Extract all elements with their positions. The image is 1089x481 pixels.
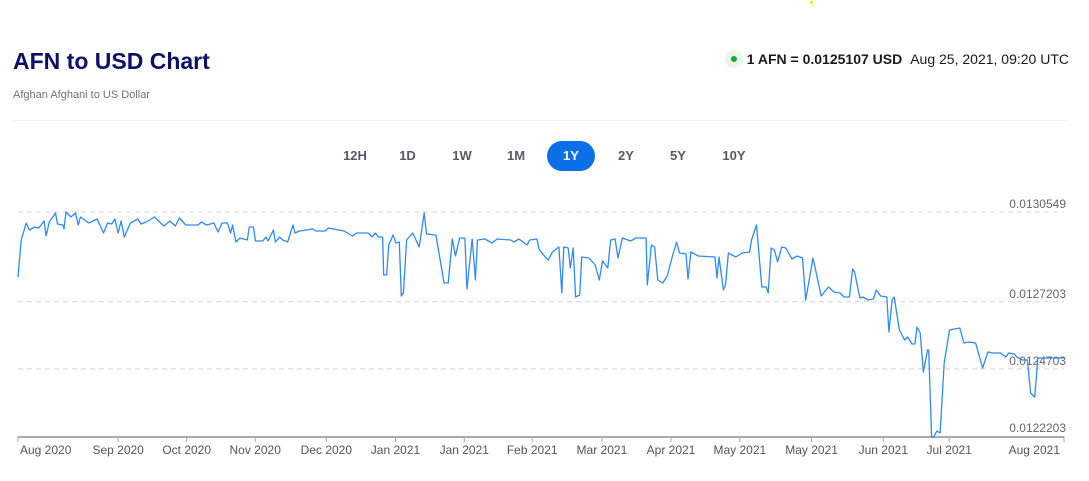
x-tick-label: Mar 2021 (577, 443, 628, 457)
x-tick-label: Jul 2021 (927, 443, 973, 457)
y-tick-label: 0.0130549 (1009, 197, 1066, 211)
rate-chart: 0.01305490.01272030.01247030.0122203Aug … (17, 197, 1066, 457)
x-tick-label: Sep 2020 (92, 443, 144, 457)
series-line-afn-usd (17, 211, 1064, 438)
x-tick-label: Dec 2020 (301, 443, 353, 457)
x-tick-label: Apr 2021 (647, 443, 696, 457)
x-tick-label: Jun 2021 (859, 443, 909, 457)
x-tick-label: Feb 2021 (507, 443, 558, 457)
x-tick-label: Jan 2021 (440, 443, 490, 457)
x-tick-label: Jan 2021 (371, 443, 421, 457)
x-tick-label: May 2021 (713, 443, 766, 457)
x-tick-label: May 2021 (785, 443, 838, 457)
x-tick-label: Aug 2021 (1009, 443, 1061, 457)
x-tick-label: Oct 2020 (162, 443, 211, 457)
y-tick-label: 0.0122203 (1009, 421, 1066, 435)
x-tick-label: Nov 2020 (230, 443, 282, 457)
x-tick-label: Aug 2020 (20, 443, 72, 457)
y-tick-label: 0.0127203 (1009, 287, 1066, 301)
